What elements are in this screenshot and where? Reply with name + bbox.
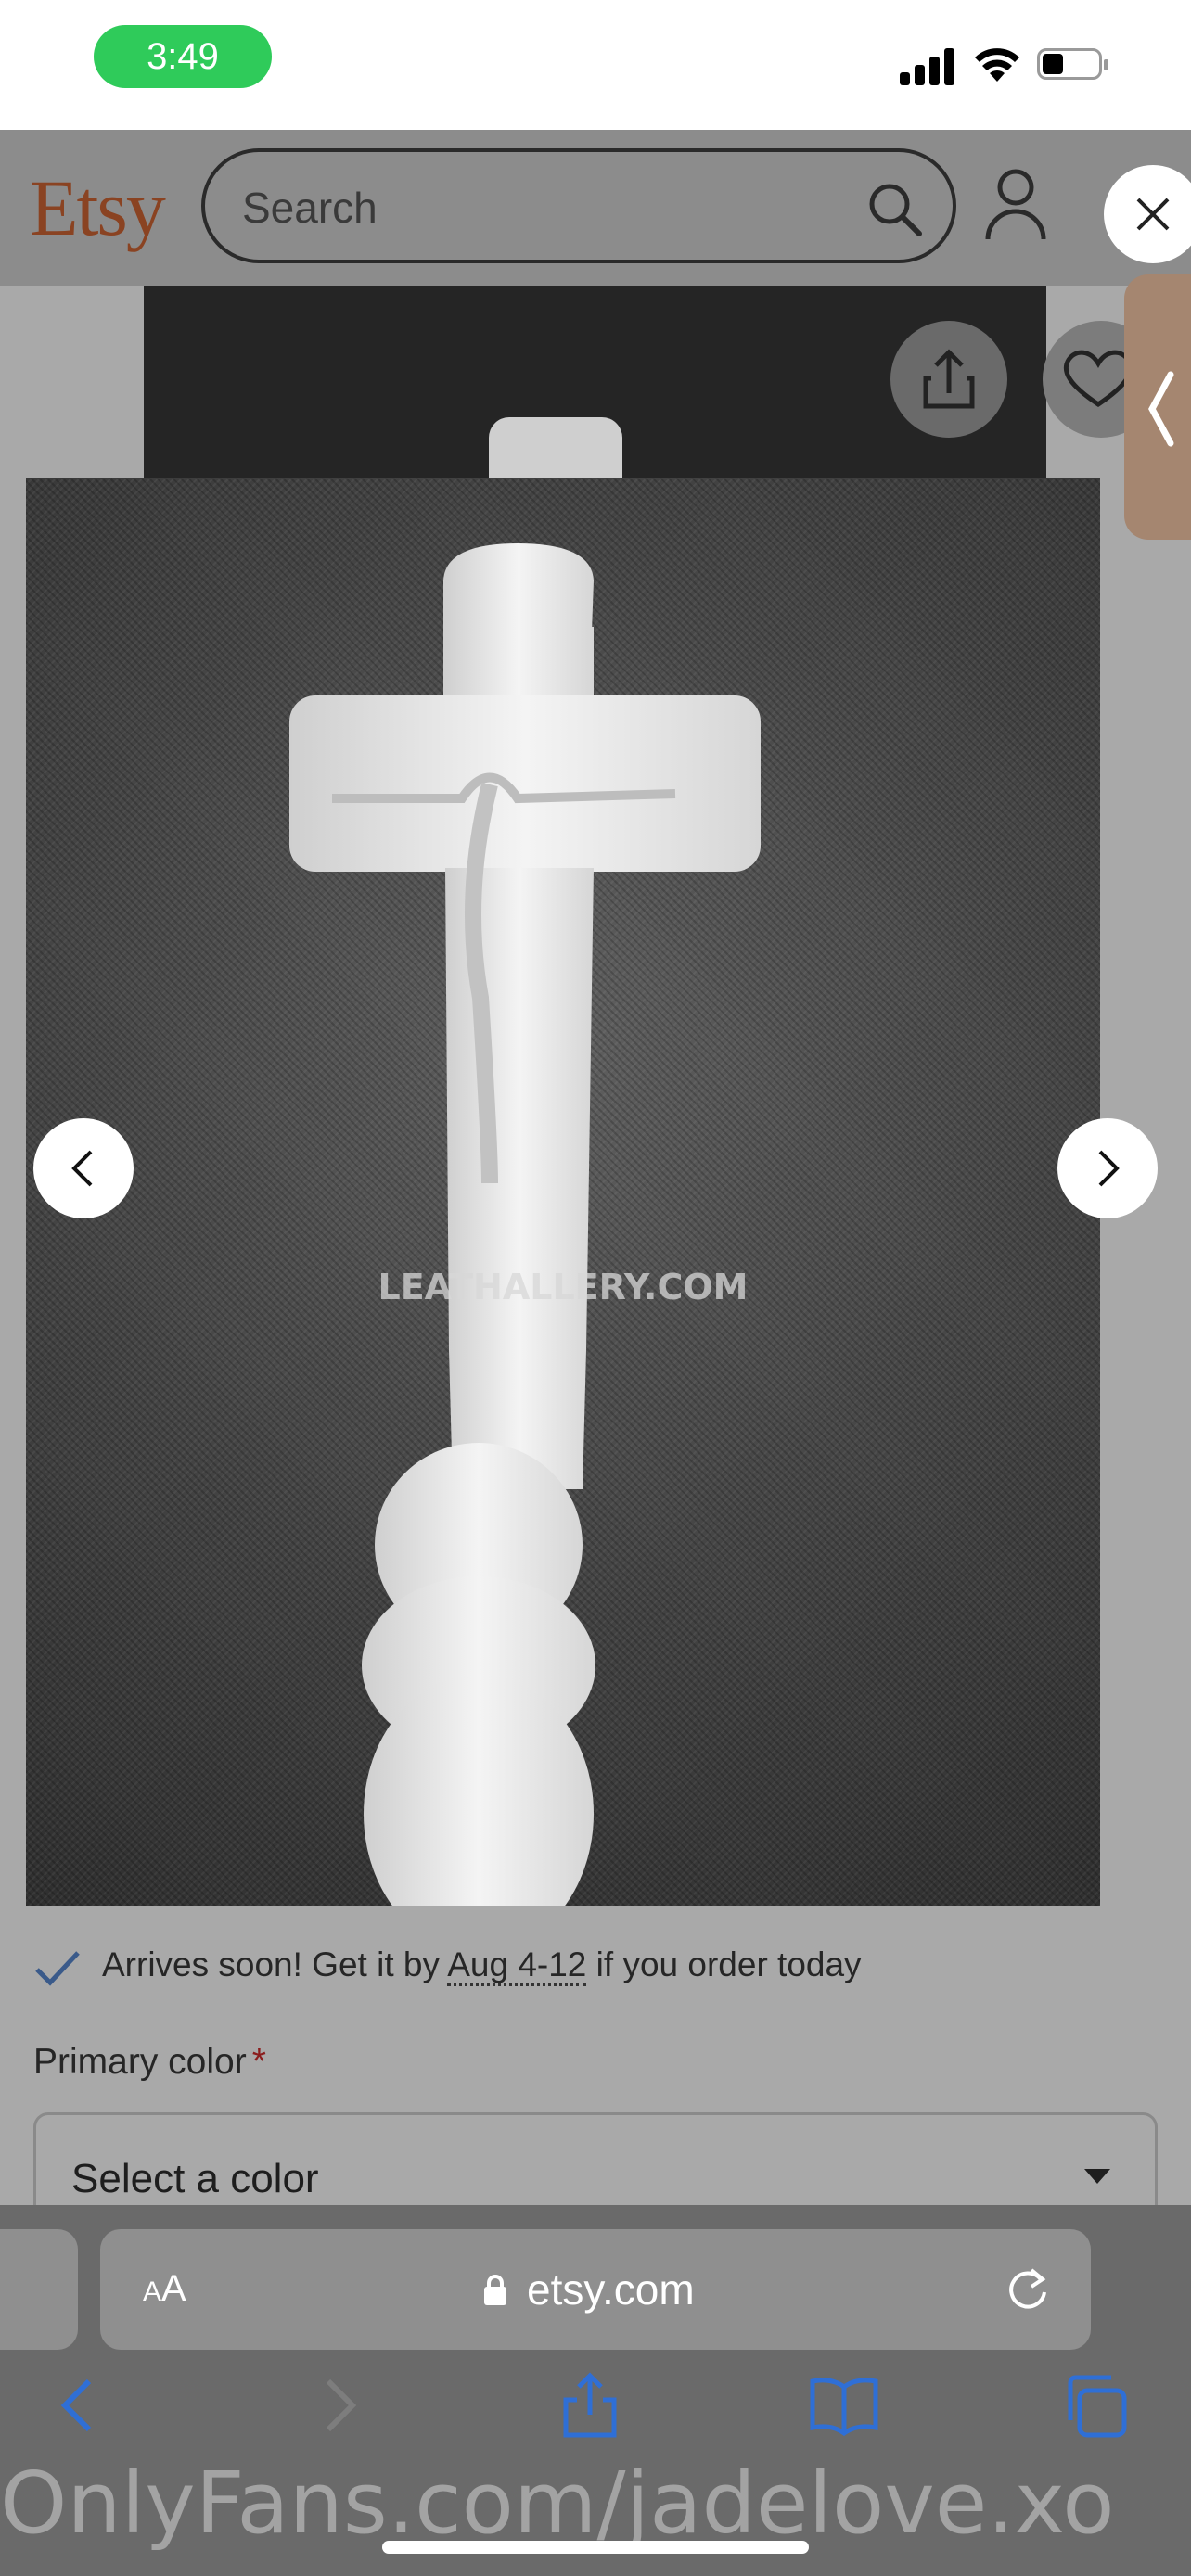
chevron-left-icon — [71, 1150, 93, 1187]
cellular-signal-icon — [900, 46, 955, 85]
status-time: 3:49 — [94, 25, 272, 88]
site-header: Etsy — [0, 130, 1191, 286]
share-icon — [923, 349, 975, 409]
search-bar[interactable] — [201, 148, 956, 263]
chevron-left-icon — [1148, 371, 1174, 447]
aa-small: A — [143, 2276, 162, 2307]
color-select[interactable]: Select a color — [33, 2112, 1158, 2214]
reader-options-button[interactable]: AA — [143, 2268, 186, 2310]
delivery-date[interactable]: Aug 4-12 — [447, 1945, 587, 1986]
primary-color-label-text: Primary color — [33, 2042, 247, 2082]
product-photo-cross — [289, 543, 761, 1906]
back-arrow-icon[interactable] — [43, 2368, 117, 2442]
delivery-prefix: Arrives soon! Get it by — [102, 1945, 448, 1983]
overlay-watermark: OnlyFans.com/jadelove.xo — [0, 2454, 1115, 2553]
home-indicator[interactable] — [382, 2541, 809, 2554]
next-image-button[interactable] — [1057, 1118, 1158, 1218]
image-watermark: LEATHALLERY.COM — [378, 1267, 749, 1307]
primary-color-label: Primary color * — [33, 2042, 266, 2083]
side-panel-tab[interactable] — [1124, 274, 1191, 540]
share-icon[interactable] — [553, 2368, 627, 2442]
search-input[interactable] — [240, 174, 819, 241]
share-button[interactable] — [890, 321, 1007, 438]
search-icon[interactable] — [865, 180, 925, 239]
bookmarks-icon[interactable] — [807, 2368, 881, 2442]
required-marker: * — [251, 2042, 266, 2082]
product-image: LEATHALLERY.COM — [26, 478, 1100, 1906]
lock-icon — [484, 2275, 506, 2305]
account-icon[interactable] — [983, 167, 1048, 241]
previous-tab-preview[interactable] — [0, 2229, 78, 2350]
aa-large: A — [161, 2268, 186, 2309]
close-icon — [1136, 198, 1170, 231]
chevron-right-icon — [1098, 1150, 1120, 1187]
forward-arrow-icon[interactable] — [302, 2368, 377, 2442]
dropdown-caret-icon — [1084, 2169, 1110, 2184]
tabs-icon[interactable] — [1059, 2368, 1133, 2442]
color-select-value: Select a color — [71, 2156, 319, 2201]
battery-icon — [1037, 48, 1111, 85]
etsy-logo[interactable]: Etsy — [30, 161, 166, 254]
status-bar: 3:49 — [0, 0, 1191, 130]
checkmark-icon — [35, 1951, 80, 1986]
reload-icon[interactable] — [1004, 2264, 1052, 2315]
delivery-suffix: if you order today — [586, 1945, 862, 1983]
url-domain: etsy.com — [527, 2265, 695, 2314]
previous-image-button[interactable] — [33, 1118, 134, 1218]
wifi-icon — [975, 48, 1019, 82]
address-bar[interactable]: AA etsy.com — [100, 2229, 1091, 2350]
